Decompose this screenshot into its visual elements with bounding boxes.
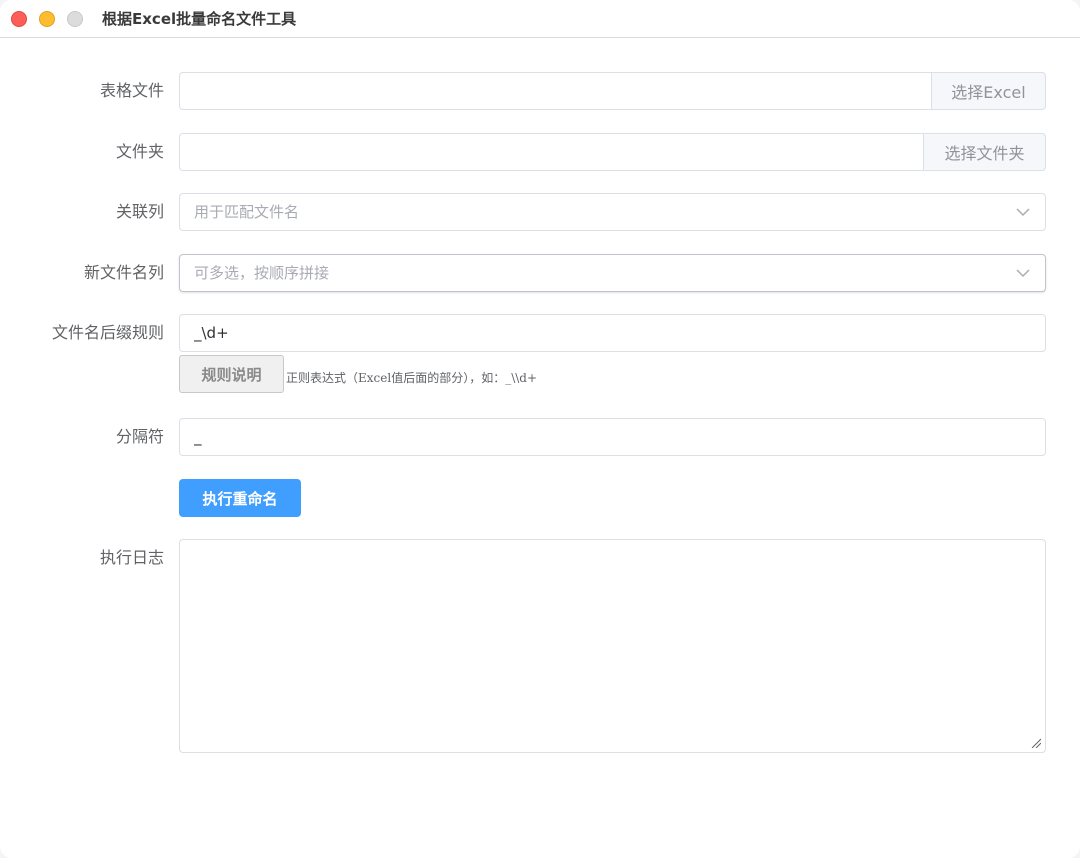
key-column-select[interactable]: 用于匹配文件名 — [179, 193, 1046, 231]
separator-input[interactable] — [179, 418, 1046, 456]
rule-help-button[interactable]: 规则说明 — [179, 355, 284, 393]
chevron-down-icon — [1016, 269, 1030, 278]
separator-label: 分隔符 — [115, 427, 164, 446]
resize-grip-icon[interactable] — [1031, 738, 1041, 748]
suffix-rule-hint: 正则表达式（Excel值后面的部分），如：_\\d+ — [286, 371, 538, 385]
log-textarea[interactable] — [179, 539, 1046, 753]
chevron-down-icon — [1016, 208, 1030, 217]
key-column-label: 关联列 — [115, 202, 164, 221]
excel-file-label: 表格文件 — [99, 81, 164, 100]
maximize-window-button[interactable] — [67, 11, 83, 27]
run-rename-button[interactable]: 执行重命名 — [179, 479, 301, 517]
folder-input[interactable] — [179, 133, 923, 171]
window-title: 根据Excel批量命名文件工具 — [102, 10, 297, 28]
log-label: 执行日志 — [99, 548, 164, 567]
title-bar: 根据Excel批量命名文件工具 — [0, 0, 1080, 38]
minimize-window-button[interactable] — [39, 11, 55, 27]
folder-label: 文件夹 — [115, 142, 164, 161]
choose-excel-button[interactable]: 选择Excel — [931, 72, 1046, 110]
suffix-rule-input[interactable] — [179, 314, 1046, 352]
new-name-columns-select[interactable]: 可多选，按顺序拼接 — [179, 254, 1046, 292]
key-column-placeholder: 用于匹配文件名 — [194, 203, 300, 221]
close-window-button[interactable] — [11, 11, 27, 27]
app-window: 根据Excel批量命名文件工具 表格文件 选择Excel 文件夹 选择文件夹 关… — [0, 0, 1080, 858]
suffix-rule-label: 文件名后缀规则 — [51, 323, 164, 342]
choose-folder-button[interactable]: 选择文件夹 — [923, 133, 1046, 171]
excel-file-input[interactable] — [179, 72, 931, 110]
new-name-columns-label: 新文件名列 — [83, 263, 164, 282]
new-name-columns-placeholder: 可多选，按顺序拼接 — [194, 264, 330, 282]
